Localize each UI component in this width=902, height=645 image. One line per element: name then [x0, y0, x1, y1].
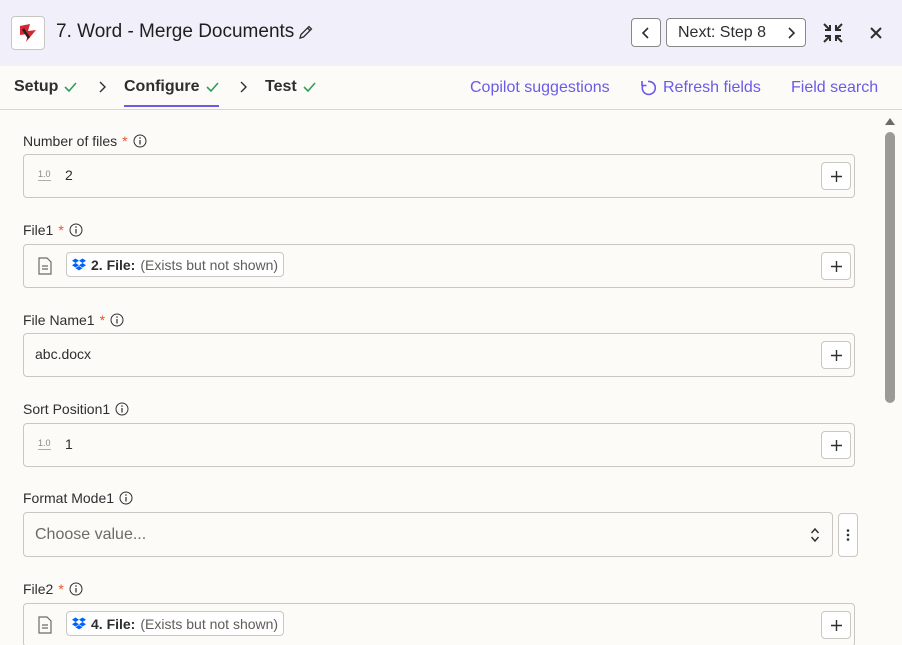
refresh-fields-label: Refresh fields — [663, 79, 761, 96]
plus-icon — [830, 170, 842, 182]
check-icon — [205, 82, 219, 92]
tab-setup-label: Setup — [14, 78, 59, 95]
field-search-button[interactable]: Field search — [791, 79, 878, 97]
info-icon[interactable] — [110, 313, 124, 327]
number-type-icon: 1.0 — [38, 438, 51, 450]
file2-mapped-value-pill[interactable]: 4. File: (Exists but not shown) — [66, 611, 285, 636]
file2-pill-note: (Exists but not shown) — [140, 615, 279, 632]
collapse-icon — [823, 23, 843, 43]
insert-data-button[interactable] — [821, 611, 851, 639]
required-marker: * — [58, 581, 64, 597]
tab-setup[interactable]: Setup — [14, 78, 78, 96]
dropbox-icon — [72, 617, 86, 630]
step-header: 7. Word - Merge Documents Next: Step 8 — [0, 0, 902, 66]
document-icon — [38, 257, 52, 275]
sort-position1-label-text: Sort Position1 — [23, 401, 111, 417]
number-type-icon: 1.0 — [38, 169, 51, 181]
document-icon — [38, 616, 52, 634]
check-icon — [303, 82, 316, 92]
field-form: Number of files * 1.0 2 File1 * 2. File:… — [0, 110, 882, 645]
file2-pill-step: 4. File: — [91, 615, 136, 632]
file1-mapped-value-pill[interactable]: 2. File: (Exists but not shown) — [66, 252, 285, 277]
file1-label: File1 * — [23, 222, 83, 238]
tab-configure-label: Configure — [124, 78, 200, 95]
plus-icon — [830, 619, 842, 631]
tab-test[interactable]: Test — [265, 78, 316, 96]
number-of-files-field[interactable]: 1.0 2 — [23, 154, 855, 198]
tab-test-label: Test — [265, 78, 297, 95]
select-arrows-icon — [810, 527, 820, 543]
format-mode1-label-text: Format Mode1 — [23, 490, 115, 506]
next-step-label: Next: Step 8 — [678, 23, 767, 41]
info-icon[interactable] — [133, 134, 147, 148]
info-icon[interactable] — [69, 582, 83, 596]
format-mode1-select[interactable]: Choose value... — [23, 512, 833, 557]
file1-pill-step: 2. File: — [91, 256, 136, 273]
number-of-files-value: 2 — [65, 167, 73, 183]
step-title[interactable]: 7. Word - Merge Documents — [56, 21, 294, 43]
info-icon[interactable] — [69, 223, 83, 237]
refresh-icon — [641, 80, 657, 96]
more-options-button[interactable] — [838, 513, 858, 557]
check-icon — [64, 82, 78, 92]
required-marker: * — [122, 133, 128, 149]
file-name1-field[interactable]: abc.docx — [23, 333, 855, 377]
close-icon — [870, 27, 882, 39]
file2-field[interactable]: 4. File: (Exists but not shown) — [23, 603, 855, 645]
plus-icon — [830, 349, 842, 361]
scrollbar-thumb[interactable] — [885, 132, 895, 403]
file2-label: File2 * — [23, 581, 83, 597]
format-mode1-label: Format Mode1 — [23, 490, 133, 506]
chevron-right-icon — [788, 27, 796, 39]
chevron-right-icon — [99, 81, 106, 93]
close-button[interactable] — [864, 21, 888, 45]
more-vertical-icon — [846, 529, 850, 541]
step-tabs: Setup Configure Test Copilot suggestions… — [0, 66, 902, 110]
dropbox-icon — [72, 258, 86, 271]
sort-position1-field[interactable]: 1.0 1 — [23, 423, 855, 467]
copilot-suggestions-button[interactable]: Copilot suggestions — [470, 79, 610, 97]
info-icon[interactable] — [119, 491, 133, 505]
word-app-logo-icon — [20, 24, 36, 42]
number-of-files-label: Number of files * — [23, 133, 147, 149]
plus-icon — [830, 260, 842, 272]
sort-position1-label: Sort Position1 — [23, 401, 129, 417]
previous-step-button[interactable] — [631, 18, 661, 47]
tab-configure[interactable]: Configure — [124, 78, 219, 107]
collapse-button[interactable] — [820, 20, 846, 46]
scroll-up-arrow[interactable] — [884, 115, 896, 127]
number-of-files-label-text: Number of files — [23, 133, 118, 149]
info-icon[interactable] — [115, 402, 129, 416]
chevron-right-icon — [240, 81, 247, 93]
refresh-fields-button[interactable]: Refresh fields — [639, 79, 761, 97]
pencil-icon[interactable] — [298, 24, 314, 40]
required-marker: * — [99, 312, 106, 328]
plus-icon — [830, 439, 842, 451]
file-name1-label-text: File Name1 — [23, 312, 95, 328]
file1-pill-note: (Exists but not shown) — [140, 256, 279, 273]
required-marker: * — [58, 222, 64, 238]
file1-label-text: File1 — [23, 222, 54, 238]
file-name1-label: File Name1 * — [23, 312, 124, 328]
file1-field[interactable]: 2. File: (Exists but not shown) — [23, 244, 855, 288]
file-name1-value: abc.docx — [35, 346, 92, 362]
next-step-button[interactable]: Next: Step 8 — [666, 18, 806, 47]
insert-data-button[interactable] — [821, 252, 851, 280]
sort-position1-value: 1 — [65, 436, 73, 452]
copilot-suggestions-label: Copilot suggestions — [470, 79, 610, 96]
chevron-left-icon — [641, 26, 649, 39]
format-mode1-placeholder: Choose value... — [35, 526, 147, 543]
app-logo — [11, 16, 45, 50]
file2-label-text: File2 — [23, 581, 54, 597]
field-search-label: Field search — [791, 79, 879, 96]
insert-data-button[interactable] — [821, 162, 851, 190]
insert-data-button[interactable] — [821, 431, 851, 459]
insert-data-button[interactable] — [821, 341, 851, 369]
